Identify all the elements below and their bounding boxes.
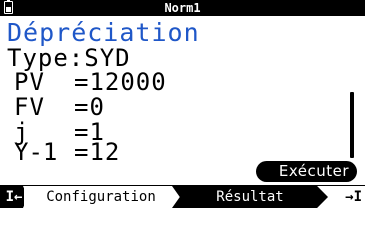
angle-mode-indicator: Norm1 [164, 1, 201, 15]
pv-value: 12000 [89, 68, 167, 96]
y1-equals: = [74, 138, 90, 166]
status-bar: Norm1 [0, 0, 365, 16]
tab-configuration[interactable]: Configuration [24, 186, 178, 208]
y1-value: 12 [89, 138, 121, 166]
fv-field[interactable]: FV =0 [14, 94, 105, 121]
scrollbar[interactable] [350, 92, 354, 158]
tab-result[interactable]: Résultat [172, 186, 328, 208]
pv-field[interactable]: PV =12000 [14, 69, 167, 96]
prev-page-icon[interactable]: I← [0, 186, 28, 208]
fv-equals: = [74, 93, 90, 121]
calculator-screen: Norm1 Dépréciation Type:SYD PV =12000 FV =… [0, 0, 365, 209]
fv-label: FV [14, 93, 45, 121]
pv-label: PV [14, 68, 45, 96]
y1-label: Y-1 [14, 138, 58, 166]
execute-button[interactable]: Exécuter [256, 161, 357, 182]
softkey-bar: I← Configuration Résultat →I [0, 185, 365, 209]
pv-equals: = [74, 68, 90, 96]
next-page-icon[interactable]: →I [334, 186, 365, 208]
y1-field[interactable]: Y-1 =12 [14, 139, 120, 166]
fv-value: 0 [89, 93, 105, 121]
